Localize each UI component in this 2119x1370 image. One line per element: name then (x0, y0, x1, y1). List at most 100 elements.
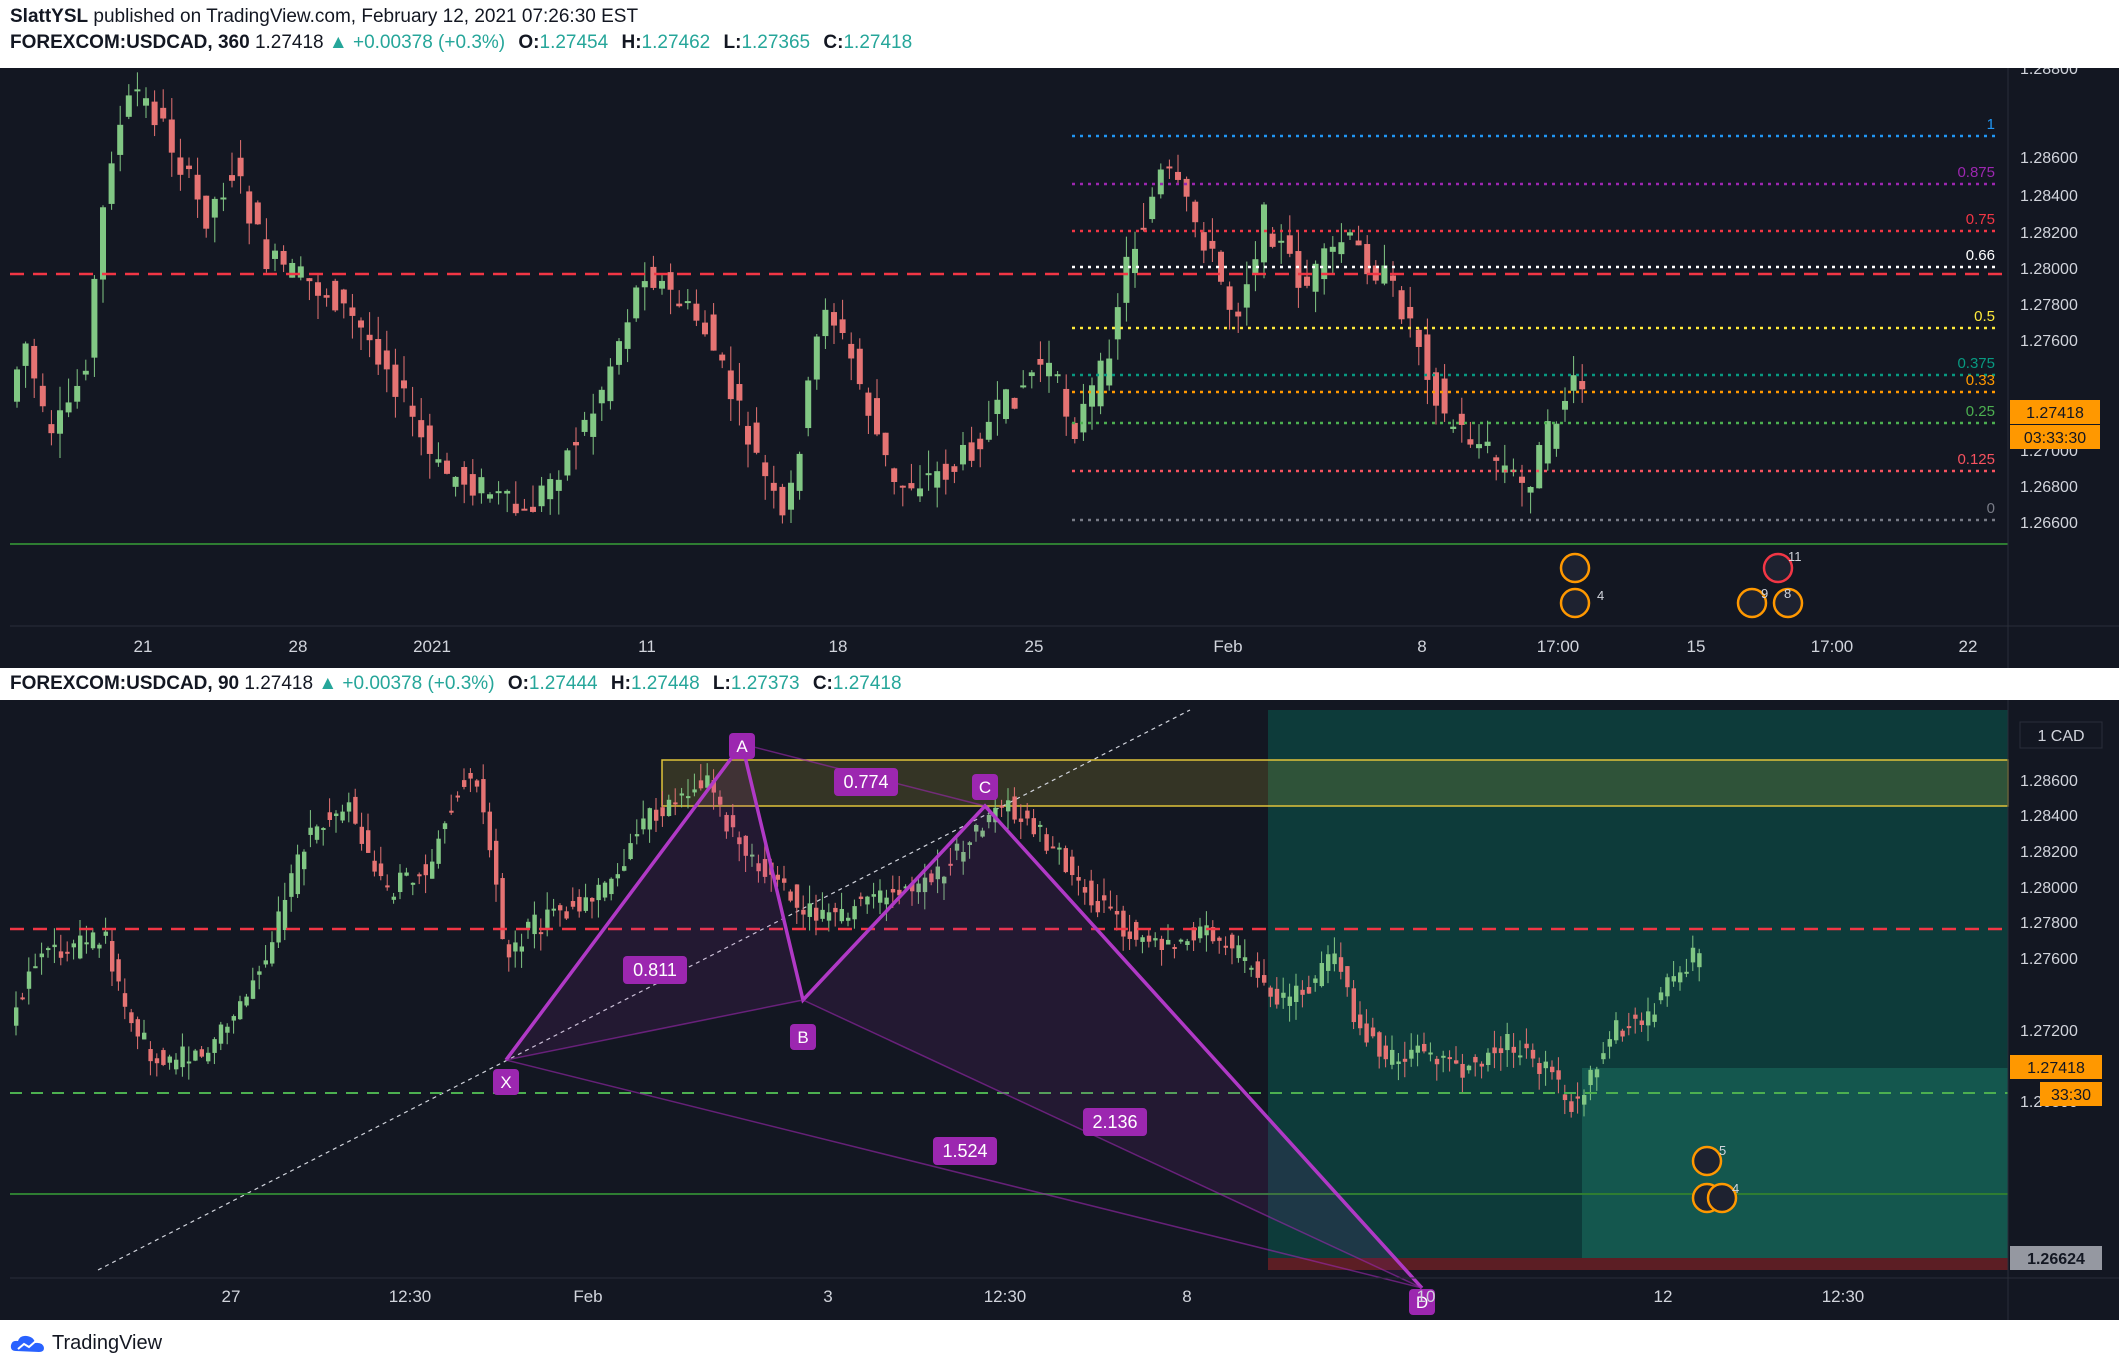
candle-body (148, 1049, 153, 1062)
candle-body (48, 424, 55, 434)
candle-body (1295, 251, 1302, 288)
candle-body (1582, 1095, 1587, 1105)
candle-body (1175, 171, 1181, 180)
candle-body (1364, 244, 1371, 275)
candle-body (1498, 1048, 1504, 1054)
candle-body (1415, 329, 1422, 347)
event-count-9: 9 (1761, 586, 1768, 601)
tradingview-logo[interactable]: TradingView (10, 1332, 162, 1355)
long-position-profit[interactable] (1582, 1068, 2008, 1270)
candle-body (334, 813, 339, 817)
ca-flag-icon[interactable] (1559, 587, 1591, 619)
candle-body (289, 873, 294, 897)
candle-body (564, 450, 571, 476)
candle-body (1157, 169, 1164, 195)
candle-body (1415, 1045, 1420, 1053)
bottom-chart-canvas[interactable]: XABCD0.7740.8112.1361.524 5 4 1.286001.2… (10, 700, 2119, 1320)
us-flag-icon[interactable] (1691, 1145, 1723, 1177)
candle-body (186, 1061, 192, 1064)
candle-body (306, 278, 313, 282)
candle-body (1556, 1070, 1561, 1080)
price-axis-tick: 1.28400 (2020, 808, 2078, 825)
candle-body (1355, 240, 1362, 246)
candle-body (212, 1039, 217, 1053)
candle-body (1652, 1014, 1657, 1022)
candle-body (1329, 246, 1336, 252)
candle-body (272, 250, 278, 259)
candle-body (1690, 947, 1696, 963)
top-time-axis[interactable]: 21 28 2021 11 18 25 Feb 8 17:00 15 17:00 22 (134, 637, 1978, 656)
candle-body (474, 780, 480, 787)
candle-body (314, 826, 320, 840)
top-chart-pane[interactable]: 1 0.875 0.75 0.66 0.5 0.375 0.33 0.25 0.125 0 4 1… (10, 61, 2119, 669)
candle-body (558, 905, 563, 911)
candle-body (65, 402, 72, 413)
candle-body (968, 442, 975, 461)
candle-body (1223, 945, 1228, 948)
candle-body (1028, 372, 1035, 377)
candle-body (366, 830, 371, 853)
candle-body (660, 807, 665, 817)
candle-body (1166, 166, 1173, 169)
price-axis-tick: 1.26600 (2020, 515, 2078, 532)
bottom-high: 1.27448 (630, 673, 700, 694)
candle-body (452, 476, 459, 487)
candle-body (596, 884, 601, 901)
candle-body (1460, 1063, 1465, 1078)
candle-body (985, 421, 992, 440)
candle-body (1447, 1057, 1452, 1060)
top-symbol[interactable]: FOREXCOM:USDCAD, 360 (10, 32, 250, 53)
candle-body (615, 874, 620, 879)
bottom-l-label: L: (712, 673, 731, 694)
candle-body (143, 98, 149, 106)
candle-body (378, 863, 384, 877)
candle-body (1511, 1046, 1516, 1053)
bottom-time-axis[interactable]: 27 12:30 Feb 3 12:30 8 10 12 12:30 (222, 1287, 1865, 1306)
candle-body (647, 808, 652, 830)
candle-body (934, 471, 941, 488)
pattern-ratio-label: 0.811 (633, 960, 677, 980)
candle-body (942, 463, 949, 480)
candle-body (151, 101, 158, 126)
candle-body (246, 191, 253, 224)
candle-body (295, 854, 300, 895)
candle-body (1172, 947, 1177, 950)
candle-body (871, 894, 876, 897)
candle-body (1037, 359, 1044, 365)
candle-body (667, 272, 674, 290)
candle-body (770, 482, 777, 491)
candle-body (327, 812, 332, 821)
candle-body (1594, 1069, 1600, 1078)
author-name[interactable]: SlattYSL (10, 6, 88, 27)
bottom-legend: FOREXCOM:USDCAD, 90 1.27418 ▲ +0.00378 (… (0, 668, 2119, 700)
top-l-label: L: (723, 32, 742, 53)
candle-body (297, 266, 304, 278)
candle-body (622, 866, 627, 871)
us-flag-icon[interactable] (1559, 552, 1591, 584)
fib-level-label: 0 (1987, 500, 1995, 517)
fib-level-label: 0.125 (1957, 451, 1995, 468)
top-chart-canvas[interactable]: 1 0.875 0.75 0.66 0.5 0.3750.33 0.25 0.125 0 4 1… (10, 61, 2119, 668)
candle-body (444, 460, 450, 474)
candle-body (211, 198, 218, 218)
candle-body (1082, 887, 1088, 893)
candle-body (504, 490, 511, 494)
candle-body (1166, 939, 1171, 945)
currency-label[interactable]: 1 CAD (2037, 728, 2084, 745)
candle-body (392, 364, 399, 397)
candle-body (1646, 1011, 1651, 1026)
candle-body (1209, 240, 1216, 249)
candle-body (1658, 992, 1664, 1001)
candle-body (39, 385, 46, 407)
top-price-axis[interactable]: 1.28800 1.28600 1.28400 1.28200 1.28000 1.278… (2020, 61, 2078, 532)
candle-body (220, 197, 227, 200)
bottom-chart-pane[interactable]: X A B C D 0.774 0.811 2.136 1.524 5 4 1.28600 1.2… (10, 700, 2119, 1320)
candle-body (398, 872, 403, 893)
candle-body (719, 354, 726, 361)
candle-body (607, 366, 614, 402)
candle-body (276, 911, 281, 943)
candle-body (1149, 196, 1156, 220)
candle-body (1235, 311, 1242, 317)
candle-body (349, 307, 356, 316)
bottom-symbol[interactable]: FOREXCOM:USDCAD, 90 (10, 673, 239, 694)
